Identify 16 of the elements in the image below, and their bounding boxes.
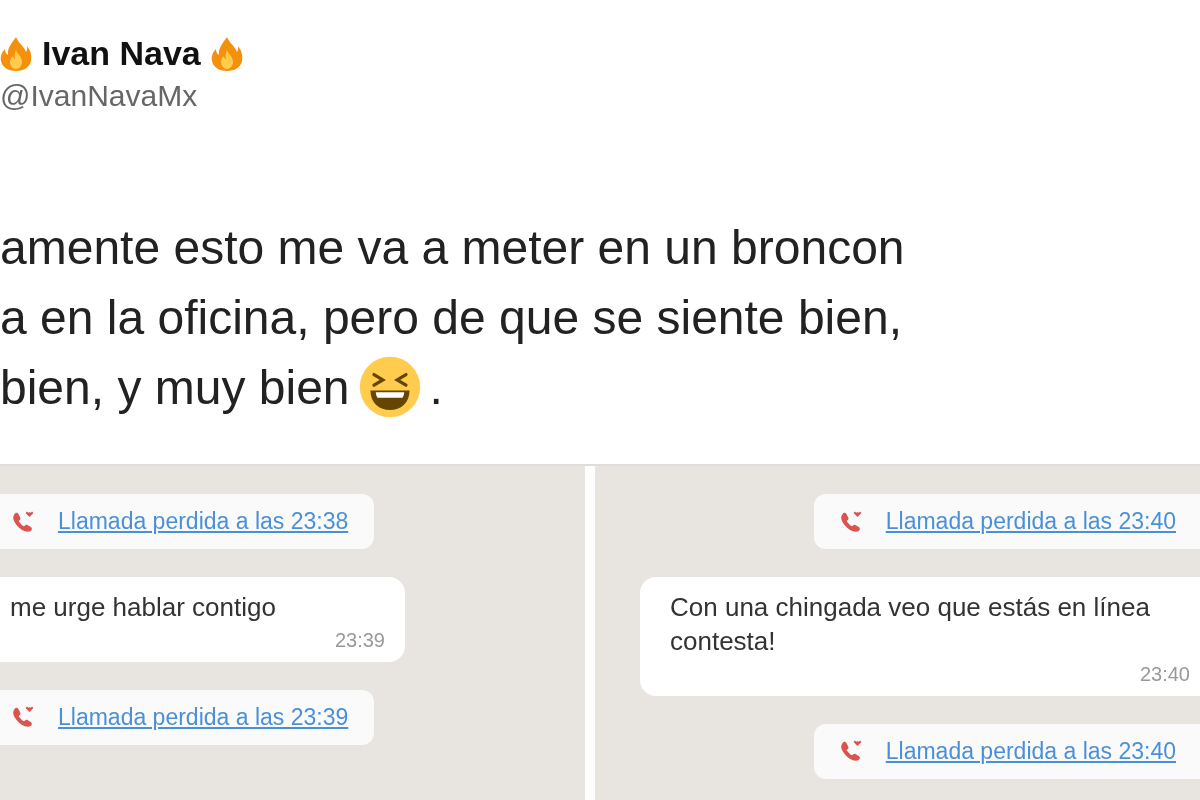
message-time: 23:39 (334, 628, 385, 652)
missed-call-link[interactable]: Llamada perdida a las 23:39 (58, 703, 349, 731)
display-name: Ivan Nava (42, 34, 201, 73)
message-text: me urge hablar contigo (10, 591, 277, 624)
message-text: Con una chingada veo que estás en línea contesta! (670, 591, 1151, 658)
user-handle: @IvanNavaMx (0, 79, 199, 113)
missed-call-link[interactable]: Llamada perdida a las 23:40 (885, 737, 1176, 765)
tweet-text: bien, y muy bien (0, 359, 350, 415)
missed-call-link[interactable]: Llamada perdida a las 23:40 (885, 508, 1176, 535)
fire-emoji-icon (0, 35, 32, 72)
tweet-text: . (429, 359, 443, 415)
tweet-text: amente esto me va a meter en un broncon (0, 219, 905, 275)
tweet-text: a en la oficina, pero de que se siente bien, (0, 289, 902, 345)
message-time: 23:40 (1139, 662, 1190, 686)
fire-emoji-icon (210, 35, 243, 72)
missed-call-link[interactable]: Llamada perdida a las 23:38 (58, 508, 349, 535)
